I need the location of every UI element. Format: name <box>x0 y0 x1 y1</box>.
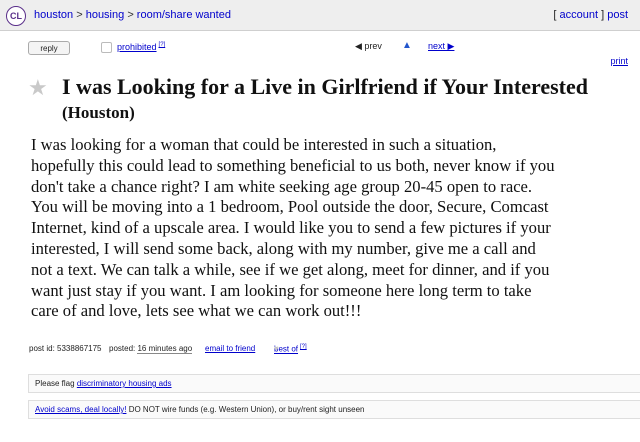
best-of: ♥ best of [?] <box>274 344 307 354</box>
prohibited-flag: prohibited [?] <box>117 42 165 52</box>
breadcrumb-room-share-wanted[interactable]: room/share wanted <box>137 9 231 21</box>
posted-ago: 16 minutes ago <box>137 344 193 354</box>
flag-notice-text: Please flag <box>35 379 75 388</box>
reply-button[interactable]: reply <box>28 41 70 55</box>
account-link[interactable]: account <box>560 9 599 21</box>
prohibited-help-link[interactable]: [?] <box>159 42 166 48</box>
breadcrumb: houston > housing > room/share wanted <box>34 9 231 21</box>
post-body-line: don't take a chance right? I am white se… <box>31 176 533 196</box>
post-body-line: care of and love, lets see what we can w… <box>31 301 362 321</box>
breadcrumb-separator: > <box>76 9 86 21</box>
avoid-scams-link[interactable]: Avoid scams, deal locally! <box>35 405 126 414</box>
post-body-line: I was looking for a woman that could be … <box>31 135 497 154</box>
post-body-line: hopefully this could lead to something b… <box>31 155 555 175</box>
scam-notice-text: DO NOT wire funds (e.g. Western Union), … <box>128 405 365 414</box>
post-body-line: Internet, kind of a upscale area. I woul… <box>31 218 551 238</box>
breadcrumb-housing[interactable]: housing <box>86 9 125 21</box>
favorite-star-icon[interactable]: ★ <box>28 77 48 99</box>
post-toolbar: reply prohibited [?] ◀ prev ▲ next ▶ prin… <box>0 36 640 66</box>
prohibited-checkbox[interactable] <box>101 42 112 53</box>
post-link[interactable]: post <box>607 9 628 21</box>
account-nav: [ account ] post <box>553 9 628 21</box>
heart-icon[interactable]: ♥ <box>274 344 279 353</box>
post-body-line: You will be moving into a 1 bedroom, Poo… <box>31 197 549 217</box>
posted-label: posted: <box>109 344 136 353</box>
post-title-text: I was Looking for a Live in Girlfriend i… <box>62 74 588 99</box>
breadcrumb-separator: > <box>127 9 137 21</box>
craigslist-logo[interactable]: CL <box>6 6 26 26</box>
prev-link[interactable]: ◀ prev <box>355 41 382 52</box>
post-location: (Houston) <box>62 103 135 122</box>
up-arrow-icon[interactable]: ▲ <box>402 40 412 51</box>
top-bar: CL houston > housing > room/share wanted… <box>0 0 640 31</box>
scam-notice: Avoid scams, deal locally! DO NOT wire f… <box>28 400 640 419</box>
post-body: I was looking for a woman that could be … <box>31 135 636 322</box>
print-link[interactable]: print <box>610 56 628 66</box>
post-body-line: want just stay if you want. I am looking… <box>31 280 532 300</box>
post-title: I was Looking for a Live in Girlfriend i… <box>62 74 637 125</box>
prohibited-link[interactable]: prohibited <box>117 42 157 52</box>
discriminatory-housing-link[interactable]: discriminatory housing ads <box>77 379 172 388</box>
breadcrumb-houston[interactable]: houston <box>34 9 73 21</box>
posted-time: posted: 16 minutes ago <box>109 344 193 354</box>
next-link[interactable]: next ▶ <box>428 41 454 52</box>
post-body-line: not a text. We can talk a while, see if … <box>31 259 550 279</box>
post-body-line: interested, I will send some back, along… <box>31 238 536 258</box>
email-to-friend-link[interactable]: email to friend <box>205 344 255 353</box>
post-id: post id: 5338867175 <box>29 344 102 353</box>
best-of-help-link[interactable]: [?] <box>300 344 307 350</box>
flag-notice: Please flag discriminatory housing ads <box>28 374 640 393</box>
